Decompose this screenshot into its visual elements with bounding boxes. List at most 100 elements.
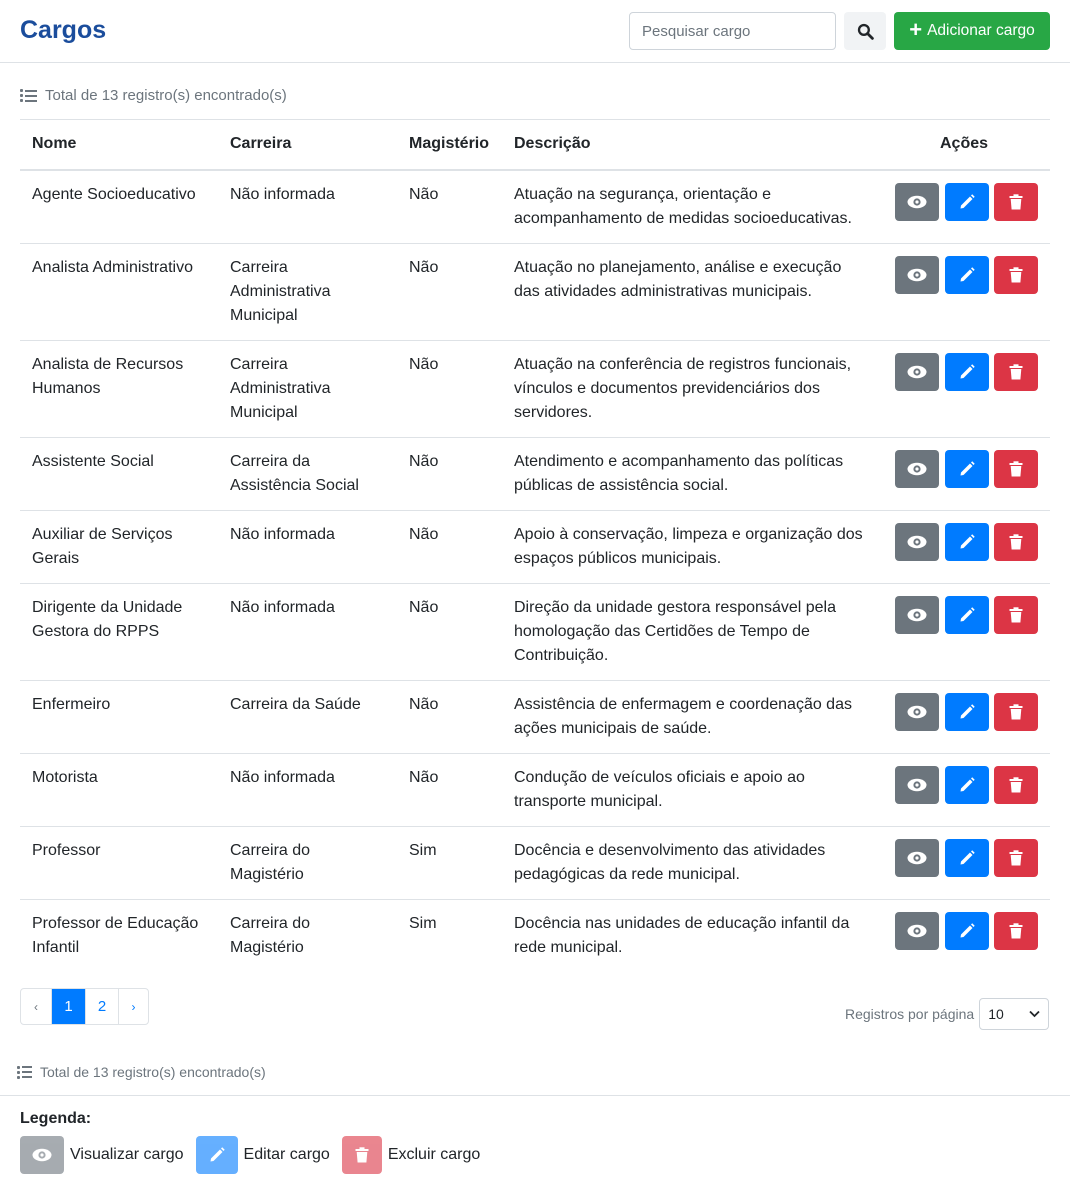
cell-carreira: Carreira Administrativa Municipal — [230, 355, 331, 421]
column-header-magisterio[interactable]: Magistério — [397, 120, 502, 170]
search-icon — [857, 23, 874, 40]
legend: Visualizar cargo Editar cargo Excluir ca… — [20, 1136, 492, 1174]
cell-nome: Motorista — [32, 768, 98, 786]
edit-button[interactable] — [944, 449, 989, 488]
cell-acoes — [878, 899, 1050, 972]
view-button[interactable] — [895, 765, 940, 804]
legend-view-label: Visualizar cargo — [70, 1146, 184, 1163]
trash-icon — [1009, 606, 1023, 622]
cell-carreira: Não informada — [230, 185, 335, 203]
cell-nome: Agente Socioeducativo — [32, 185, 196, 203]
delete-button[interactable] — [994, 255, 1038, 294]
per-page-select[interactable]: 10 — [979, 998, 1050, 1030]
eye-icon — [907, 462, 927, 475]
per-page-control: Registros por página 10 — [845, 998, 1050, 1030]
edit-button[interactable] — [944, 911, 989, 950]
view-button[interactable] — [895, 595, 940, 634]
trash-icon — [1009, 703, 1023, 719]
view-button[interactable] — [895, 182, 940, 221]
cell-carreira: Não informada — [230, 525, 335, 543]
trash-icon — [1009, 533, 1023, 549]
pencil-icon — [210, 1147, 225, 1162]
list-icon — [17, 1065, 32, 1079]
edit-button[interactable] — [944, 595, 989, 634]
cell-carreira: Carreira da Assistência Social — [230, 452, 359, 494]
trash-icon — [1009, 849, 1023, 865]
cell-magisterio: Não — [409, 768, 439, 786]
cell-descricao: Atuação na segurança, orientação e acomp… — [514, 185, 852, 227]
add-cargo-button[interactable]: + Adicionar cargo — [894, 12, 1050, 50]
view-button[interactable] — [895, 522, 940, 561]
eye-icon — [907, 535, 927, 548]
pencil-icon — [960, 776, 975, 791]
table-row: Professor Carreira do Magistério Sim Docênc… — [20, 826, 1050, 899]
cell-descricao: Assistência de enfermagem e coordenação … — [514, 695, 852, 737]
edit-button[interactable] — [944, 522, 989, 561]
cell-magisterio: Não — [409, 695, 439, 713]
view-button[interactable] — [895, 838, 940, 877]
delete-button[interactable] — [994, 765, 1038, 804]
view-button[interactable] — [895, 352, 940, 391]
legend-title: Legenda: — [20, 1110, 92, 1127]
pagination-prev[interactable]: ‹ — [21, 989, 51, 1024]
delete-button[interactable] — [994, 911, 1038, 950]
column-header-nome[interactable]: Nome — [20, 120, 218, 170]
column-header-carreira[interactable]: Carreira — [218, 120, 397, 170]
cell-descricao: Docência nas unidades de educação infant… — [514, 914, 850, 956]
delete-button[interactable] — [994, 692, 1038, 731]
cell-magisterio: Não — [409, 452, 439, 470]
cell-magisterio: Não — [409, 525, 439, 543]
pagination-page-2[interactable]: 2 — [85, 989, 118, 1024]
trash-icon — [1009, 363, 1023, 379]
edit-button[interactable] — [944, 352, 989, 391]
column-header-descricao[interactable]: Descrição — [502, 120, 878, 170]
cell-descricao: Condução de veículos oficiais e apoio ao… — [514, 768, 805, 810]
delete-button[interactable] — [994, 182, 1038, 221]
eye-icon — [907, 851, 927, 864]
eye-icon — [907, 705, 927, 718]
view-button[interactable] — [895, 449, 940, 488]
cell-descricao: Atuação no planejamento, análise e execu… — [514, 258, 842, 300]
eye-icon — [907, 924, 927, 937]
view-button[interactable] — [895, 911, 940, 950]
per-page-label: Registros por página — [845, 1006, 975, 1022]
legend-item-edit: Editar cargo — [195, 1136, 330, 1174]
pencil-icon — [960, 266, 975, 281]
cell-nome: Analista Administrativo — [32, 258, 193, 276]
delete-button[interactable] — [994, 449, 1038, 488]
cell-acoes — [878, 583, 1050, 680]
view-button[interactable] — [895, 255, 940, 294]
cell-nome: Analista de Recursos Humanos — [32, 355, 184, 397]
cell-carreira: Não informada — [230, 598, 335, 616]
edit-button[interactable] — [944, 838, 989, 877]
table-row: Analista de Recursos Humanos Carreira Adm… — [20, 340, 1050, 437]
pencil-icon — [960, 363, 975, 378]
list-icon — [20, 89, 37, 102]
table-row: Professor de Educação Infantil Carreira d… — [20, 899, 1050, 972]
edit-button[interactable] — [944, 765, 989, 804]
total-records-bottom: Total de 13 registro(s) encontrado(s) — [17, 1064, 266, 1080]
pagination-next[interactable]: › — [118, 989, 148, 1024]
search-button[interactable] — [844, 12, 886, 50]
pagination-page-1[interactable]: 1 — [51, 989, 85, 1024]
edit-button[interactable] — [944, 182, 989, 221]
edit-button[interactable] — [944, 255, 989, 294]
delete-button[interactable] — [994, 838, 1038, 877]
delete-button[interactable] — [994, 352, 1038, 391]
delete-button[interactable] — [994, 522, 1038, 561]
eye-icon — [907, 778, 927, 791]
search-input[interactable] — [629, 12, 836, 50]
cell-carreira: Carreira do Magistério — [230, 914, 311, 956]
table-row: Motorista Não informada Não Condução de veí… — [20, 753, 1050, 826]
pencil-icon — [960, 533, 975, 548]
delete-button[interactable] — [994, 595, 1038, 634]
eye-icon — [32, 1148, 52, 1162]
legend-edit-label: Editar cargo — [243, 1146, 330, 1163]
view-button[interactable] — [895, 692, 940, 731]
pencil-icon — [960, 460, 975, 475]
cell-acoes — [878, 680, 1050, 753]
trash-icon — [1009, 266, 1023, 282]
edit-button[interactable] — [944, 692, 989, 731]
cell-descricao: Apoio à conservação, limpeza e organizaç… — [514, 525, 863, 567]
cell-nome: Professor de Educação Infantil — [32, 914, 199, 956]
